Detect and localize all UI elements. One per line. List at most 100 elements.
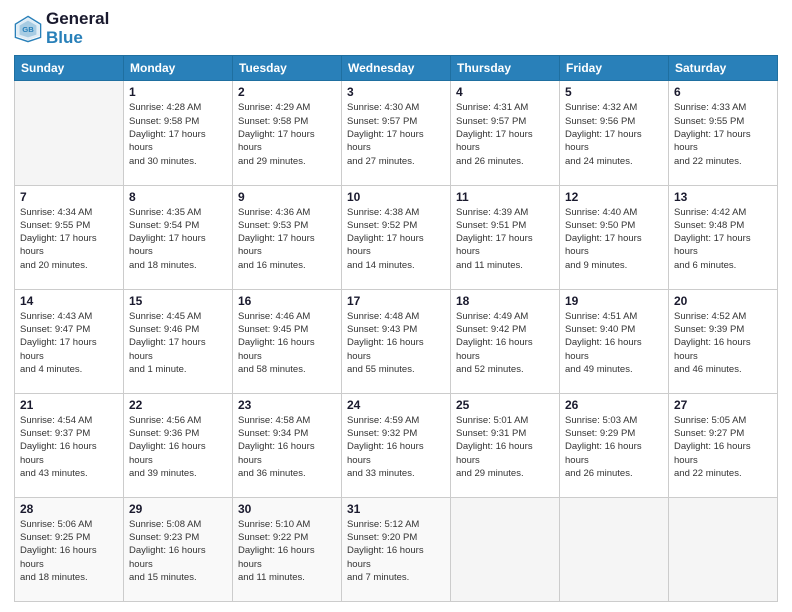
day-info: Sunrise: 5:03 AMSunset: 9:29 PMDaylight:…: [565, 414, 663, 480]
day-cell: 28Sunrise: 5:06 AMSunset: 9:25 PMDayligh…: [15, 497, 124, 601]
day-cell: 12 Sunrise: 4:40 AMSunset: 9:50 PMDayligh…: [560, 185, 669, 289]
day-number: 9: [238, 190, 336, 204]
day-info: Sunrise: 4:51 AMSunset: 9:40 PMDaylight:…: [565, 310, 663, 376]
day-cell: [15, 81, 124, 185]
day-cell: 29 Sunrise: 5:08 AMSunset: 9:23 PMDayligh…: [124, 497, 233, 601]
day-info: Sunrise: 4:38 AMSunset: 9:52 PMDaylight:…: [347, 206, 445, 272]
day-info: Sunrise: 4:40 AMSunset: 9:50 PMDaylight:…: [565, 206, 663, 272]
day-info: Sunrise: 5:10 AMSunset: 9:22 PMDaylight:…: [238, 518, 336, 584]
day-cell: 20 Sunrise: 4:52 AMSunset: 9:39 PMDayligh…: [669, 289, 778, 393]
day-info: Sunrise: 4:52 AMSunset: 9:39 PMDaylight:…: [674, 310, 772, 376]
day-cell: 31 Sunrise: 5:12 AMSunset: 9:20 PMDayligh…: [342, 497, 451, 601]
day-info: Sunrise: 4:45 AMSunset: 9:46 PMDaylight:…: [129, 310, 227, 376]
day-cell: 7 Sunrise: 4:34 AMSunset: 9:55 PMDaylight…: [15, 185, 124, 289]
day-info: Sunrise: 4:43 AMSunset: 9:47 PMDaylight:…: [20, 310, 118, 376]
day-info: Sunrise: 4:46 AMSunset: 9:45 PMDaylight:…: [238, 310, 336, 376]
day-info: Sunrise: 4:56 AMSunset: 9:36 PMDaylight:…: [129, 414, 227, 480]
day-cell: 25 Sunrise: 5:01 AMSunset: 9:31 PMDayligh…: [451, 393, 560, 497]
day-cell: 30 Sunrise: 5:10 AMSunset: 9:22 PMDayligh…: [233, 497, 342, 601]
day-info: Sunrise: 4:34 AMSunset: 9:55 PMDaylight:…: [20, 206, 118, 272]
day-cell: 26Sunrise: 5:03 AMSunset: 9:29 PMDayligh…: [560, 393, 669, 497]
day-number: 12: [565, 190, 663, 204]
day-cell: 14 Sunrise: 4:43 AMSunset: 9:47 PMDayligh…: [15, 289, 124, 393]
day-info: Sunrise: 4:39 AMSunset: 9:51 PMDaylight:…: [456, 206, 554, 272]
day-number: 17: [347, 294, 445, 308]
day-number: 10: [347, 190, 445, 204]
day-number: 27: [674, 398, 772, 412]
day-number: 7: [20, 190, 118, 204]
day-number: 23: [238, 398, 336, 412]
day-number: 30: [238, 502, 336, 516]
day-cell: [451, 497, 560, 601]
day-number: 18: [456, 294, 554, 308]
day-info: Sunrise: 4:58 AMSunset: 9:34 PMDaylight:…: [238, 414, 336, 480]
day-cell: 17Sunrise: 4:48 AMSunset: 9:43 PMDayligh…: [342, 289, 451, 393]
day-cell: 27 Sunrise: 5:05 AMSunset: 9:27 PMDayligh…: [669, 393, 778, 497]
day-info: Sunrise: 5:12 AMSunset: 9:20 PMDaylight:…: [347, 518, 445, 584]
day-number: 20: [674, 294, 772, 308]
day-info: Sunrise: 4:49 AMSunset: 9:42 PMDaylight:…: [456, 310, 554, 376]
logo-icon: GB: [14, 15, 42, 43]
day-cell: 3Sunrise: 4:30 AMSunset: 9:57 PMDaylight…: [342, 81, 451, 185]
day-info: Sunrise: 4:59 AMSunset: 9:32 PMDaylight:…: [347, 414, 445, 480]
day-info: Sunrise: 5:05 AMSunset: 9:27 PMDaylight:…: [674, 414, 772, 480]
day-cell: 18 Sunrise: 4:49 AMSunset: 9:42 PMDayligh…: [451, 289, 560, 393]
day-cell: 9 Sunrise: 4:36 AMSunset: 9:53 PMDaylight…: [233, 185, 342, 289]
logo-text: General Blue: [46, 10, 109, 47]
day-number: 19: [565, 294, 663, 308]
day-cell: 11 Sunrise: 4:39 AMSunset: 9:51 PMDayligh…: [451, 185, 560, 289]
day-cell: 22 Sunrise: 4:56 AMSunset: 9:36 PMDayligh…: [124, 393, 233, 497]
day-number: 11: [456, 190, 554, 204]
day-cell: 2Sunrise: 4:29 AMSunset: 9:58 PMDaylight…: [233, 81, 342, 185]
logo: GB General Blue: [14, 10, 109, 47]
day-info: Sunrise: 5:01 AMSunset: 9:31 PMDaylight:…: [456, 414, 554, 480]
week-row-4: 21Sunrise: 4:54 AMSunset: 9:37 PMDayligh…: [15, 393, 778, 497]
day-number: 22: [129, 398, 227, 412]
day-info: Sunrise: 5:08 AMSunset: 9:23 PMDaylight:…: [129, 518, 227, 584]
day-cell: [560, 497, 669, 601]
week-row-3: 14 Sunrise: 4:43 AMSunset: 9:47 PMDayligh…: [15, 289, 778, 393]
day-number: 25: [456, 398, 554, 412]
day-cell: 8Sunrise: 4:35 AMSunset: 9:54 PMDaylight…: [124, 185, 233, 289]
day-cell: 10 Sunrise: 4:38 AMSunset: 9:52 PMDayligh…: [342, 185, 451, 289]
day-number: 1: [129, 85, 227, 99]
day-number: 4: [456, 85, 554, 99]
day-number: 3: [347, 85, 445, 99]
day-number: 5: [565, 85, 663, 99]
week-row-1: 1 Sunrise: 4:28 AMSunset: 9:58 PMDaylight…: [15, 81, 778, 185]
day-number: 6: [674, 85, 772, 99]
col-wednesday: Wednesday: [342, 56, 451, 81]
day-info: Sunrise: 4:42 AMSunset: 9:48 PMDaylight:…: [674, 206, 772, 272]
day-info: Sunrise: 4:31 AMSunset: 9:57 PMDaylight:…: [456, 101, 554, 167]
day-number: 28: [20, 502, 118, 516]
calendar-header-row: Sunday Monday Tuesday Wednesday Thursday…: [15, 56, 778, 81]
calendar-table: Sunday Monday Tuesday Wednesday Thursday…: [14, 55, 778, 602]
day-number: 8: [129, 190, 227, 204]
day-info: Sunrise: 4:28 AMSunset: 9:58 PMDaylight:…: [129, 101, 227, 167]
col-sunday: Sunday: [15, 56, 124, 81]
day-cell: 13 Sunrise: 4:42 AMSunset: 9:48 PMDayligh…: [669, 185, 778, 289]
day-cell: 6Sunrise: 4:33 AMSunset: 9:55 PMDaylight…: [669, 81, 778, 185]
day-cell: 5Sunrise: 4:32 AMSunset: 9:56 PMDaylight…: [560, 81, 669, 185]
day-cell: 19 Sunrise: 4:51 AMSunset: 9:40 PMDayligh…: [560, 289, 669, 393]
day-cell: 15 Sunrise: 4:45 AMSunset: 9:46 PMDayligh…: [124, 289, 233, 393]
day-number: 29: [129, 502, 227, 516]
day-cell: 23 Sunrise: 4:58 AMSunset: 9:34 PMDayligh…: [233, 393, 342, 497]
week-row-5: 28Sunrise: 5:06 AMSunset: 9:25 PMDayligh…: [15, 497, 778, 601]
page: GB General Blue Sunday Monday Tuesday We…: [0, 0, 792, 612]
col-monday: Monday: [124, 56, 233, 81]
day-number: 31: [347, 502, 445, 516]
day-info: Sunrise: 4:29 AMSunset: 9:58 PMDaylight:…: [238, 101, 336, 167]
day-number: 14: [20, 294, 118, 308]
col-friday: Friday: [560, 56, 669, 81]
day-cell: 16Sunrise: 4:46 AMSunset: 9:45 PMDayligh…: [233, 289, 342, 393]
day-info: Sunrise: 4:54 AMSunset: 9:37 PMDaylight:…: [20, 414, 118, 480]
day-cell: 24Sunrise: 4:59 AMSunset: 9:32 PMDayligh…: [342, 393, 451, 497]
day-number: 13: [674, 190, 772, 204]
col-thursday: Thursday: [451, 56, 560, 81]
day-number: 15: [129, 294, 227, 308]
week-row-2: 7 Sunrise: 4:34 AMSunset: 9:55 PMDaylight…: [15, 185, 778, 289]
day-info: Sunrise: 4:36 AMSunset: 9:53 PMDaylight:…: [238, 206, 336, 272]
svg-text:GB: GB: [22, 24, 34, 33]
day-cell: 21Sunrise: 4:54 AMSunset: 9:37 PMDayligh…: [15, 393, 124, 497]
